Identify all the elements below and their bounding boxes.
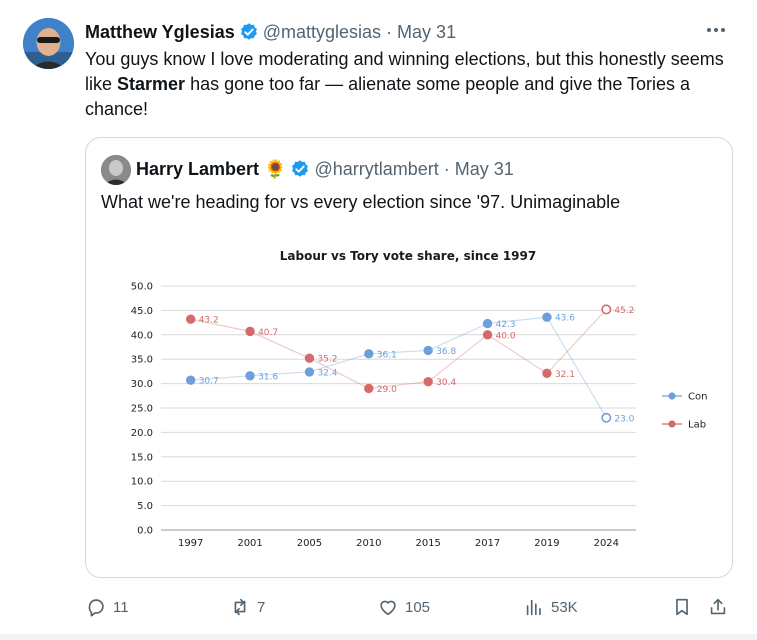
bookmark-button[interactable] <box>671 593 699 621</box>
data-label-con: 31.6 <box>258 372 278 382</box>
quoted-tweet[interactable]: Harry Lambert 🌻 @harrytlambert · May 31 … <box>85 137 733 578</box>
data-point-lab <box>185 314 196 324</box>
like-icon <box>380 600 396 616</box>
y-tick-label: 35.0 <box>131 355 153 366</box>
reply-icon <box>88 599 104 617</box>
x-tick-label: 2010 <box>356 538 381 549</box>
quoted-author-handle: @harrytlambert <box>314 158 439 179</box>
data-point-con <box>245 371 255 381</box>
x-tick-label: 2005 <box>297 538 322 549</box>
data-point-con <box>482 318 493 329</box>
x-tick-label: 2017 <box>475 538 500 549</box>
repost-button[interactable]: 7 <box>229 593 265 621</box>
data-point-lab <box>601 304 612 315</box>
y-tick-label: 25.0 <box>131 404 153 415</box>
y-tick-label: 50.0 <box>131 282 153 293</box>
quoted-tweet-header: Harry Lambert 🌻 @harrytlambert · May 31 <box>136 157 514 181</box>
x-tick-label: 2024 <box>594 538 619 549</box>
quoted-tweet-text: What we're heading for vs every election… <box>101 192 621 212</box>
reply-count: 11 <box>113 598 129 616</box>
author-avatar[interactable] <box>23 18 74 69</box>
y-tick-label: 30.0 <box>131 379 153 390</box>
data-label-lab: 32.1 <box>555 370 575 380</box>
y-tick-label: 40.0 <box>131 330 153 341</box>
verified-badge-icon <box>239 22 259 42</box>
chart-image[interactable]: Labour vs Tory vote share, since 1997 0.… <box>86 232 732 577</box>
data-label-lab: 29.0 <box>377 385 397 395</box>
data-point-con <box>423 345 433 356</box>
data-point-lab <box>364 383 374 394</box>
x-tick-label: 2015 <box>415 538 440 549</box>
sunflower-emoji: 🌻 <box>264 158 287 179</box>
data-label-con: 32.4 <box>317 368 337 378</box>
bookmark-icon <box>676 598 688 616</box>
data-label-lab: 35.2 <box>317 355 337 365</box>
y-tick-label: 5.0 <box>137 501 153 512</box>
data-point-con <box>304 367 315 377</box>
y-tick-label: 20.0 <box>131 428 153 439</box>
y-tick-label: 0.0 <box>137 526 153 537</box>
data-label-lab: 45.2 <box>614 306 634 316</box>
repost-count: 7 <box>257 598 266 616</box>
data-label-lab: 30.4 <box>436 378 456 388</box>
data-point-lab <box>423 376 433 387</box>
tweet-text: You guys know I love moderating and winn… <box>85 47 735 122</box>
repost-icon <box>234 598 246 616</box>
divider <box>0 634 757 640</box>
views-button[interactable]: 53K <box>523 593 578 621</box>
data-point-lab <box>542 368 552 379</box>
data-label-con: 36.1 <box>377 350 397 360</box>
views-count: 53K <box>551 598 578 616</box>
tweet-text-bold: Starmer <box>117 74 186 94</box>
tweet-header: Matthew Yglesias @mattyglesias · May 31 <box>85 20 456 44</box>
data-label-con: 23.0 <box>614 414 634 424</box>
data-label-con: 42.3 <box>496 320 516 330</box>
x-tick-label: 2001 <box>237 538 262 549</box>
like-count: 105 <box>405 598 431 616</box>
line-chart: Labour vs Tory vote share, since 1997 0.… <box>131 249 708 549</box>
data-point-con <box>185 375 196 385</box>
data-label-con: 30.7 <box>199 377 219 387</box>
x-tick-label: 1997 <box>178 538 203 549</box>
quoted-author-avatar <box>101 155 131 185</box>
legend-label-lab: Lab <box>688 420 706 431</box>
more-icon[interactable] <box>705 22 727 38</box>
action-bar: 11 7 105 53K <box>85 593 735 621</box>
data-label-lab: 40.0 <box>496 331 516 341</box>
data-point-lab <box>482 330 493 340</box>
y-tick-label: 10.0 <box>131 477 153 488</box>
data-label-con: 36.8 <box>436 347 456 357</box>
data-point-lab <box>304 353 315 363</box>
data-label-lab: 40.7 <box>258 328 278 338</box>
y-tick-label: 45.0 <box>131 306 153 317</box>
verified-badge-icon <box>290 159 310 179</box>
tweet[interactable]: Matthew Yglesias @mattyglesias · May 31 … <box>0 0 757 640</box>
chart-title: Labour vs Tory vote share, since 1997 <box>280 249 536 263</box>
like-button[interactable]: 105 <box>377 593 430 621</box>
tweet-date[interactable]: May 31 <box>397 22 456 43</box>
reply-button[interactable]: 11 <box>85 593 129 621</box>
data-label-con: 43.6 <box>555 314 575 324</box>
quoted-author-name: Harry Lambert <box>136 158 260 179</box>
data-point-con <box>601 412 612 423</box>
separator-dot: · <box>386 21 393 42</box>
y-tick-label: 15.0 <box>131 452 153 463</box>
share-icon <box>710 598 726 615</box>
quoted-tweet-date: May 31 <box>454 158 514 179</box>
data-point-con <box>542 312 552 322</box>
data-point-con <box>364 349 374 359</box>
legend-label-con: Con <box>688 392 707 403</box>
share-button[interactable] <box>707 593 735 621</box>
x-tick-label: 2019 <box>534 538 559 549</box>
views-icon <box>526 599 541 616</box>
data-label-lab: 43.2 <box>199 316 219 326</box>
legend-marker <box>668 392 676 400</box>
legend-marker <box>668 420 676 428</box>
author-name[interactable]: Matthew Yglesias <box>85 22 235 43</box>
data-point-lab <box>245 326 255 337</box>
author-handle[interactable]: @mattyglesias <box>263 22 381 43</box>
separator-dot: · <box>443 158 450 179</box>
